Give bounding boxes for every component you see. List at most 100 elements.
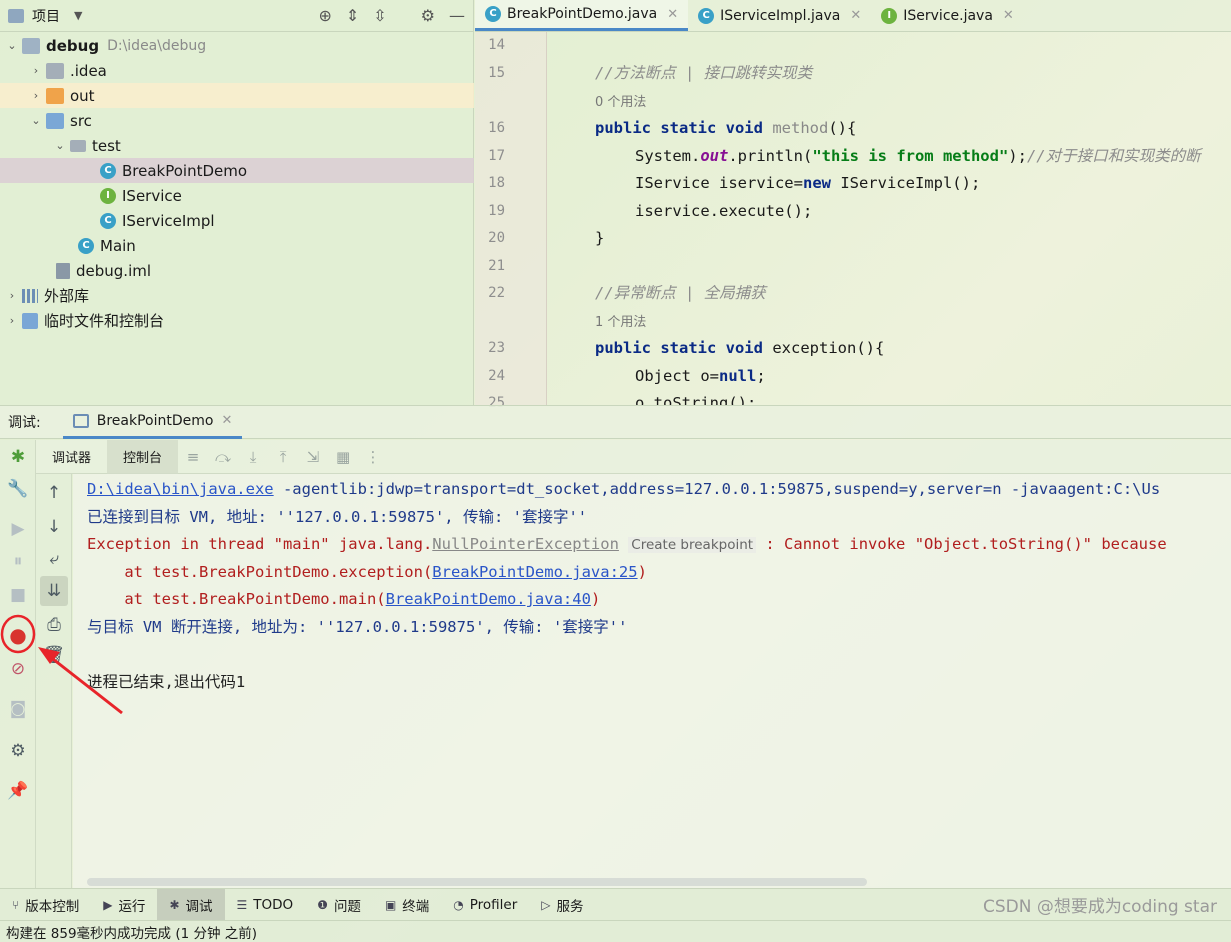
- tree-item-external-libraries[interactable]: › 外部库: [0, 283, 474, 308]
- stacktrace-link[interactable]: BreakPointDemo.java:40: [386, 590, 591, 608]
- stop-icon[interactable]: ■: [0, 580, 36, 610]
- line-number: 23: [488, 340, 505, 356]
- chevron-down-icon[interactable]: ▼: [74, 9, 82, 22]
- locate-icon[interactable]: ⊕: [318, 6, 331, 25]
- soft-wrap-icon[interactable]: ⤶: [36, 544, 72, 574]
- resume-icon[interactable]: ▶: [0, 514, 36, 544]
- tree-item-scratches[interactable]: › 临时文件和控制台: [0, 308, 474, 333]
- menu-icon[interactable]: ≡: [178, 448, 208, 466]
- line-number: 20: [488, 230, 505, 246]
- tree-item-debug[interactable]: ⌄ debug D:\idea\debug: [0, 33, 474, 58]
- tool-tab-label: 服务: [556, 898, 584, 915]
- close-icon[interactable]: ✕: [221, 413, 232, 428]
- collapse-all-icon[interactable]: ⇳: [373, 6, 386, 25]
- console-text: ): [637, 563, 647, 581]
- step-out-icon[interactable]: ⤒: [268, 448, 298, 466]
- usage-hint[interactable]: 1 个用法: [595, 308, 646, 335]
- code-comment: //对于接口和实现类的断: [1026, 147, 1201, 165]
- tree-item-debug-iml[interactable]: debug.iml: [0, 258, 474, 283]
- tool-tab-profiler[interactable]: ◔ Profiler: [441, 889, 529, 921]
- line-number: 15: [488, 65, 505, 81]
- trash-icon[interactable]: 🗑: [36, 640, 72, 670]
- project-pane-title[interactable]: 项目: [32, 6, 60, 26]
- tree-item-main[interactable]: C Main: [0, 233, 474, 258]
- chevron-right-icon[interactable]: ›: [4, 289, 20, 302]
- minimize-icon[interactable]: —: [449, 6, 465, 25]
- tree-item-src[interactable]: ⌄ src: [0, 108, 474, 133]
- chevron-right-icon[interactable]: ›: [28, 89, 44, 102]
- tool-tab-problems[interactable]: ❶ 问题: [305, 889, 373, 921]
- warning-icon: ❶: [317, 897, 328, 912]
- tab-iservice[interactable]: I IService.java ✕: [871, 0, 1024, 31]
- tool-tab-debug[interactable]: ✱ 调试: [157, 888, 225, 921]
- stacktrace-link[interactable]: BreakPointDemo.java:25: [432, 563, 637, 581]
- evaluate-icon[interactable]: ▦: [328, 448, 358, 466]
- line-number: 18: [488, 175, 505, 191]
- chevron-down-icon[interactable]: ⌄: [4, 39, 20, 52]
- exception-link[interactable]: NullPointerException: [432, 535, 619, 553]
- expand-all-icon[interactable]: ⇕: [346, 6, 359, 25]
- tool-tab-terminal[interactable]: ▣ 终端: [373, 889, 441, 921]
- gear-icon[interactable]: ⚙: [0, 736, 36, 766]
- tool-tab-run[interactable]: ▶ 运行: [91, 889, 157, 921]
- tab-label: IServiceImpl.java: [720, 7, 841, 24]
- horizontal-scrollbar[interactable]: [87, 878, 867, 886]
- usage-count[interactable]: 1 个用法: [595, 315, 646, 330]
- tree-item-idea[interactable]: › .idea: [0, 58, 474, 83]
- bug-icon[interactable]: ✱: [0, 442, 36, 472]
- wrench-icon[interactable]: 🔧: [0, 474, 36, 504]
- code-text: .println(: [728, 147, 813, 165]
- tab-debugger[interactable]: 调试器: [36, 440, 107, 474]
- step-into-icon[interactable]: ⤓: [238, 448, 268, 466]
- tree-item-out[interactable]: › out: [0, 83, 474, 108]
- mute-breakpoints-icon[interactable]: ⊘: [0, 654, 36, 684]
- tree-item-iserviceimpl[interactable]: C IServiceImpl: [0, 208, 474, 233]
- close-icon[interactable]: ✕: [850, 8, 861, 23]
- chevron-right-icon[interactable]: ›: [4, 314, 20, 327]
- print-icon[interactable]: ⎙: [36, 610, 72, 640]
- gear-icon[interactable]: ⚙: [421, 6, 435, 25]
- line-gutter[interactable]: 14 15 16 17 18 19 20 21 22 23 24 25: [475, 32, 547, 411]
- usage-hint[interactable]: 0 个用法: [595, 88, 646, 115]
- editor-tabbar: C BreakPointDemo.java ✕ C IServiceImpl.j…: [475, 0, 1231, 32]
- tree-item-breakpointdemo[interactable]: C BreakPointDemo: [0, 158, 474, 183]
- run-to-cursor-icon[interactable]: ⇲: [298, 448, 328, 466]
- status-text[interactable]: 构建在 859毫秒内成功完成 (1 分钟 之前): [6, 922, 257, 942]
- tab-console[interactable]: 控制台: [107, 439, 179, 474]
- arrow-down-icon[interactable]: ↓: [36, 512, 72, 542]
- tab-breakpointdemo[interactable]: C BreakPointDemo.java ✕: [475, 0, 689, 31]
- tab-iserviceimpl[interactable]: C IServiceImpl.java ✕: [688, 0, 871, 31]
- close-icon[interactable]: ✕: [1003, 8, 1014, 23]
- create-breakpoint-link[interactable]: Create breakpoint: [628, 537, 757, 553]
- pin-icon[interactable]: 📌: [0, 776, 36, 806]
- arrow-up-icon[interactable]: ↑: [36, 478, 72, 508]
- debug-session-tab[interactable]: BreakPointDemo ✕: [62, 405, 243, 439]
- string-literal: "this is from method": [812, 147, 1009, 165]
- pause-icon[interactable]: ⏸: [0, 546, 36, 576]
- usage-count[interactable]: 0 个用法: [595, 95, 646, 110]
- chevron-down-icon[interactable]: ⌄: [52, 139, 68, 152]
- close-icon[interactable]: ✕: [667, 7, 678, 22]
- tool-tab-services[interactable]: ▷ 服务: [529, 889, 595, 921]
- tool-tab-vcs[interactable]: ⑂ 版本控制: [0, 889, 91, 921]
- code-line-20: }: [595, 225, 604, 252]
- console-text: at test.BreakPointDemo.main(: [87, 590, 386, 608]
- debug-actions-strip: ✱ 🔧 ▶ ⏸ ■ ● ⊘ ◙ ⚙ 📌: [0, 440, 36, 888]
- project-pane: 项目 ▼ ⊕ ⇕ ⇳ ⚙ — ⌄ debug D:\idea\debug › .…: [0, 0, 474, 405]
- tree-item-iservice[interactable]: I IService: [0, 183, 474, 208]
- console-output[interactable]: D:\idea\bin\java.exe -agentlib:jdwp=tran…: [73, 474, 1231, 888]
- run-config-icon: [72, 413, 89, 428]
- camera-icon[interactable]: ◙: [0, 694, 36, 724]
- view-breakpoints-icon[interactable]: ●: [0, 620, 36, 650]
- chevron-down-icon[interactable]: ⌄: [28, 114, 44, 127]
- tool-tab-todo[interactable]: ☰ TODO: [225, 889, 306, 921]
- more-icon[interactable]: ⋮: [358, 448, 388, 466]
- code-area[interactable]: //方法断点 | 接口跳转实现类 0 个用法 public static voi…: [548, 32, 1231, 405]
- static-field: out: [700, 147, 729, 165]
- console-line: 已连接到目标 VM, 地址: ''127.0.0.1:59875', 传输: '…: [87, 508, 588, 526]
- chevron-right-icon[interactable]: ›: [28, 64, 44, 77]
- scroll-to-end-icon[interactable]: ⇊: [40, 576, 68, 606]
- step-over-icon[interactable]: ⤼: [208, 448, 238, 466]
- tree-item-test[interactable]: ⌄ test: [0, 133, 474, 158]
- java-exe-link[interactable]: D:\idea\bin\java.exe: [87, 480, 274, 498]
